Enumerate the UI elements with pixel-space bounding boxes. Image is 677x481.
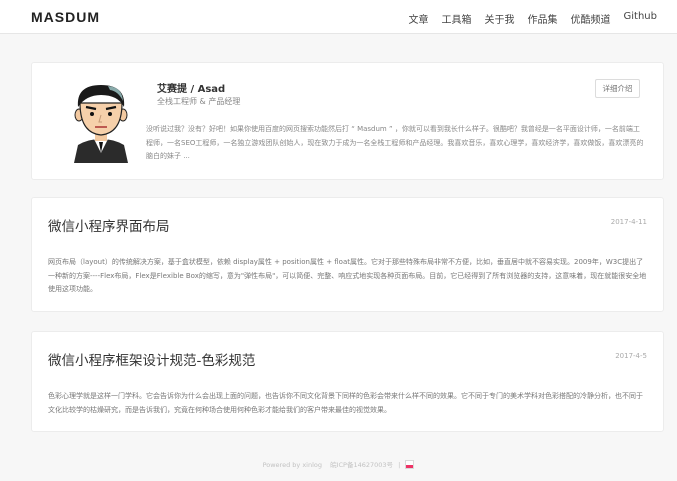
nav-github[interactable]: Github (624, 11, 657, 26)
post-title[interactable]: 微信小程序界面布局 (48, 215, 170, 235)
profile-intro: 没听说过我？没有？好吧！如果你使用百度的网页搜索功能然后打 “ Masdum ”… (146, 125, 644, 160)
post-excerpt: 网页布局（layout）的传统解决方案，基于盒状模型，依赖 display属性 … (48, 258, 647, 294)
avatar (74, 85, 128, 163)
main-nav: 文章 工具箱 关于我 作品集 优酷频道 Github (409, 11, 657, 26)
nav-articles[interactable]: 文章 (409, 11, 429, 26)
post-card: 微信小程序框架设计规范-色彩规范 2017-4-5 色彩心理学就是这样一门学科。… (31, 331, 664, 432)
post-title[interactable]: 微信小程序框架设计规范-色彩规范 (48, 349, 255, 369)
icp-link[interactable]: 皖ICP备14627003号 (330, 461, 393, 469)
powered-by-link[interactable]: Powered by xinlog (263, 461, 322, 469)
profile-name: 艾赛提 / Asad (157, 84, 226, 95)
nav-portfolio[interactable]: 作品集 (528, 11, 558, 26)
footer-separator: | (398, 461, 401, 469)
profile-role: 全栈工程师 & 产品经理 (157, 97, 241, 106)
nav-about[interactable]: 关于我 (485, 11, 515, 26)
nav-toolbox[interactable]: 工具箱 (442, 11, 472, 26)
site-footer: Powered by xinlog 皖ICP备14627003号 | (0, 459, 677, 470)
post-excerpt: 色彩心理学就是这样一门学科。它会告诉你为什么会出现上面的问题，也告诉你不同文化背… (48, 392, 643, 414)
nav-youku[interactable]: 优酷频道 (571, 11, 611, 26)
post-date: 2017-4-5 (615, 352, 647, 360)
statistics-icon[interactable] (405, 459, 415, 469)
detail-button[interactable]: 详细介绍 (595, 79, 640, 98)
site-header: MASDUM 文章 工具箱 关于我 作品集 优酷频道 Github (0, 0, 677, 34)
post-card: 微信小程序界面布局 2017-4-11 网页布局（layout）的传统解决方案，… (31, 197, 664, 312)
profile-card: 艾赛提 / Asad 全栈工程师 & 产品经理 没听说过我？没有？好吧！如果你使… (31, 62, 664, 180)
post-date: 2017-4-11 (610, 218, 647, 226)
site-logo[interactable]: MASDUM (31, 9, 100, 25)
